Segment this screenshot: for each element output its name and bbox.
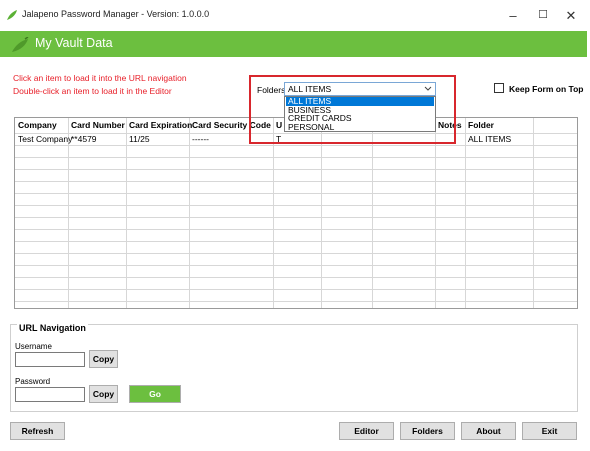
column-header-folder[interactable]: Folder [465, 118, 494, 133]
header-band: My Vault Data [0, 31, 587, 57]
window-title-bar: Jalapeno Password Manager - Version: 1.0… [0, 0, 590, 31]
username-field[interactable] [15, 352, 85, 367]
window-title: Jalapeno Password Manager - Version: 1.0… [22, 9, 210, 19]
column-header-company[interactable]: Company [15, 118, 57, 133]
column-header-card-number[interactable]: Card Number [68, 118, 125, 133]
password-field[interactable] [15, 387, 85, 402]
page-title: My Vault Data [35, 36, 113, 50]
close-icon[interactable]: ✕ [552, 0, 590, 31]
cell-card-expiration: 11/25 [129, 134, 150, 144]
exit-button[interactable]: Exit [522, 422, 577, 440]
vault-table[interactable]: Company Card Number Card Expiration Card… [14, 117, 578, 309]
go-button[interactable]: Go [129, 385, 181, 403]
username-label: Username [15, 342, 52, 351]
folders-button[interactable]: Folders [400, 422, 455, 440]
copy-username-button[interactable]: Copy [89, 350, 118, 368]
password-label: Password [15, 377, 51, 386]
about-button[interactable]: About [461, 422, 516, 440]
jalapeno-logo-icon [6, 9, 18, 23]
refresh-button[interactable]: Refresh [10, 422, 65, 440]
pepper-icon [11, 36, 29, 55]
hint-click: Click an item to load it into the URL na… [13, 73, 187, 83]
copy-password-button[interactable]: Copy [89, 385, 118, 403]
cell-company: Test Company [18, 134, 73, 144]
highlight-box [249, 75, 456, 144]
cell-card-number: **4579 [71, 134, 97, 144]
column-header-card-expiration[interactable]: Card Expiration [126, 118, 192, 133]
url-navigation-group: URL Navigation Username Copy Password Co… [10, 323, 578, 412]
url-navigation-title: URL Navigation [17, 323, 88, 333]
keep-on-top-checkbox[interactable] [494, 83, 504, 93]
keep-on-top-label[interactable]: Keep Form on Top [509, 84, 583, 94]
cell-card-security-code: ------ [192, 134, 209, 144]
editor-button[interactable]: Editor [339, 422, 394, 440]
cell-folder: ALL ITEMS [468, 134, 512, 144]
hint-double-click: Double-click an item to load it in the E… [13, 86, 172, 96]
